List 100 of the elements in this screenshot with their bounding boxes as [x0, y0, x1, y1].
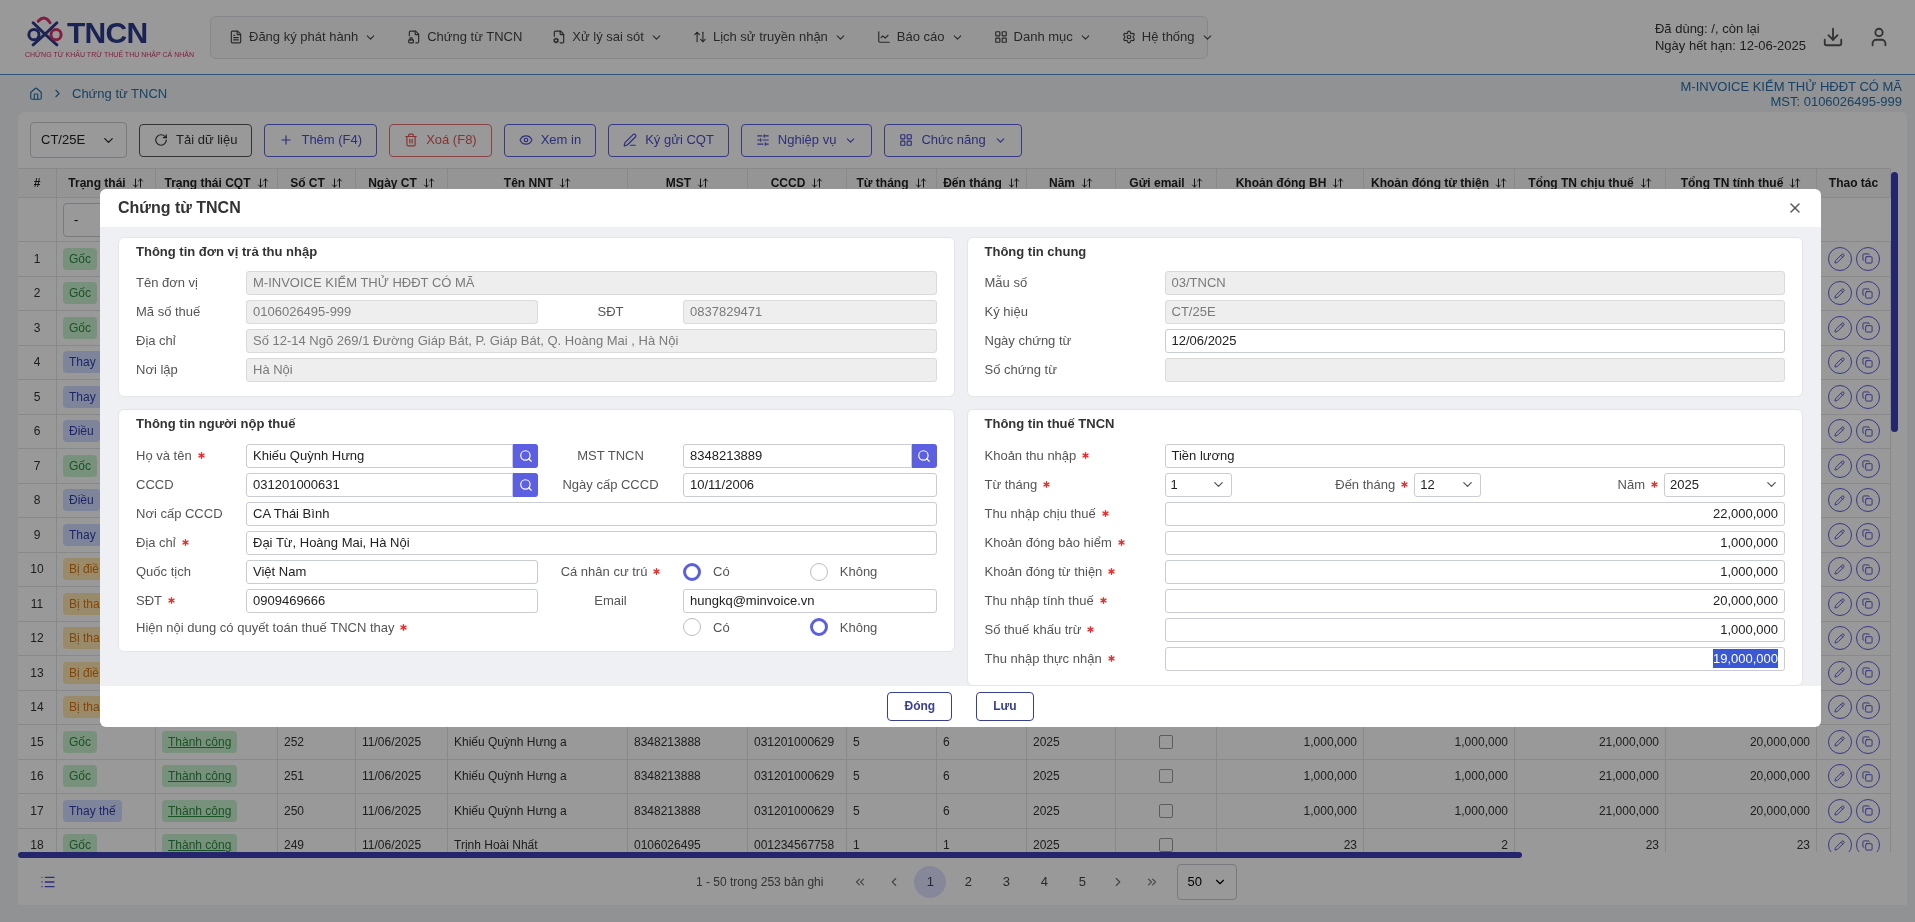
- select-field[interactable]: 12: [1414, 472, 1482, 497]
- radio-button[interactable]: [809, 562, 828, 581]
- sort-icon[interactable]: [1081, 177, 1093, 189]
- column-header[interactable]: Tổng TN tính thuế: [1680, 174, 1784, 192]
- radio-button[interactable]: [683, 562, 701, 581]
- column-header[interactable]: Số CT: [290, 174, 325, 192]
- checkbox[interactable]: [1159, 803, 1173, 818]
- text-field[interactable]: 19,000,000: [1164, 646, 1785, 671]
- sort-icon[interactable]: [1332, 177, 1345, 189]
- toolbar-button[interactable]: Chức năng: [884, 123, 1022, 157]
- text-field[interactable]: 1,000,000: [1164, 617, 1785, 642]
- toolbar-button[interactable]: Tải dữ liệu: [139, 123, 253, 157]
- menu-item[interactable]: Hệ thống: [1121, 27, 1214, 47]
- text-field[interactable]: CA Thái Bình: [246, 501, 937, 526]
- radio-button[interactable]: [809, 618, 828, 637]
- search-button[interactable]: [513, 472, 538, 497]
- page-button[interactable]: 1: [914, 865, 947, 898]
- column-header[interactable]: Thao tác: [1828, 174, 1879, 192]
- sort-icon[interactable]: [131, 177, 144, 189]
- checkbox[interactable]: [1159, 769, 1173, 784]
- text-field[interactable]: 10/11/2006: [683, 472, 937, 497]
- select-field[interactable]: 1: [1164, 472, 1232, 497]
- page-button[interactable]: 4: [1028, 865, 1061, 898]
- home-icon[interactable]: [29, 86, 43, 101]
- column-header[interactable]: Khoản đóng BH: [1235, 174, 1327, 192]
- dialog-button[interactable]: Đóng: [887, 691, 953, 721]
- column-header[interactable]: Từ tháng: [856, 174, 909, 192]
- download-icon[interactable]: [1822, 26, 1844, 48]
- menu-item[interactable]: Chứng từ TNCN: [407, 27, 523, 47]
- text-field[interactable]: 1,000,000: [1164, 530, 1785, 555]
- sort-icon[interactable]: [422, 177, 435, 189]
- sort-icon[interactable]: [559, 177, 572, 189]
- toolbar-button[interactable]: Xem in: [503, 123, 597, 157]
- status-badge: Điều: [63, 420, 100, 443]
- column-header[interactable]: Trạng thái: [68, 174, 126, 192]
- menu-item[interactable]: Danh mục: [993, 27, 1092, 47]
- refresh-icon: [154, 133, 168, 147]
- column-header[interactable]: Tên NNT: [503, 174, 554, 192]
- menu-item[interactable]: Lịch sử truyền nhận: [692, 27, 847, 47]
- sort-icon[interactable]: [330, 177, 343, 189]
- search-button[interactable]: [911, 443, 937, 468]
- breadcrumb-item[interactable]: Chứng từ TNCN: [72, 83, 168, 104]
- sort-icon[interactable]: [914, 177, 927, 189]
- page-button[interactable]: 2: [952, 865, 985, 898]
- section-title: Thông tin đơn vị trả thu nhập: [136, 242, 319, 261]
- toolbar-button[interactable]: Ký gửi CQT: [608, 123, 729, 157]
- search-icon: [518, 477, 533, 492]
- column-header[interactable]: #: [33, 174, 41, 192]
- select-field[interactable]: 2025: [1664, 472, 1785, 497]
- text-field[interactable]: 1,000,000: [1164, 559, 1785, 584]
- sort-icon[interactable]: [1789, 177, 1802, 189]
- radio-button[interactable]: [683, 618, 701, 637]
- column-header[interactable]: Khoản đóng từ thiện: [1371, 174, 1489, 192]
- column-header[interactable]: Năm: [1049, 174, 1075, 192]
- sort-icon[interactable]: [1007, 177, 1020, 189]
- column-header[interactable]: MST: [665, 174, 692, 192]
- text-field[interactable]: 20,000,000: [1164, 588, 1785, 613]
- page-button[interactable]: 5: [1066, 865, 1099, 898]
- sort-icon[interactable]: [1639, 177, 1652, 189]
- dialog-button[interactable]: Lưu: [976, 691, 1034, 721]
- menu-item[interactable]: Báo cáo: [876, 27, 964, 47]
- series-select[interactable]: CT/25E: [30, 122, 127, 158]
- table-cell-text: 21,000,000: [1598, 733, 1659, 751]
- search-button[interactable]: [513, 443, 538, 468]
- sort-icon[interactable]: [256, 177, 269, 189]
- menu-item[interactable]: Xử lý sai sót: [552, 27, 663, 47]
- page-size-select[interactable]: 50: [1177, 863, 1238, 900]
- column-header[interactable]: Trạng thái CQT: [164, 174, 251, 192]
- text-field[interactable]: 031201000631: [246, 472, 513, 497]
- row-number: 3: [33, 319, 41, 337]
- checkbox[interactable]: [1159, 734, 1173, 749]
- text-field[interactable]: hungkq@minvoice.vn: [683, 588, 937, 613]
- page-button[interactable]: 3: [990, 865, 1023, 898]
- toolbar-button[interactable]: Nghiệp vụ: [740, 123, 873, 157]
- text-field[interactable]: Khiếu Quỳnh Hưng: [246, 443, 513, 468]
- sort-icon[interactable]: [811, 177, 824, 189]
- section-title: Thông tin người nộp thuế: [136, 415, 297, 434]
- toolbar-button[interactable]: Thêm (F4): [264, 123, 378, 157]
- column-header[interactable]: CCCD: [770, 174, 806, 192]
- text-field[interactable]: 22,000,000: [1164, 501, 1785, 526]
- text-field[interactable]: 0909469666: [246, 588, 538, 613]
- pencil-icon: [1834, 356, 1845, 368]
- sort-icon[interactable]: [1495, 177, 1507, 189]
- sort-icon[interactable]: [697, 177, 710, 189]
- column-header[interactable]: Gửi email: [1129, 174, 1185, 192]
- text-field[interactable]: Tiền lương: [1164, 443, 1785, 468]
- grid-icon: [899, 133, 914, 147]
- table-cell-text: 8348213888: [634, 802, 701, 820]
- checkbox[interactable]: [1159, 838, 1173, 852]
- text-field[interactable]: 12/06/2025: [1164, 329, 1785, 354]
- vertical-scrollbar[interactable]: [1891, 172, 1898, 432]
- text-field[interactable]: Việt Nam: [246, 559, 538, 584]
- copy-icon: [1862, 494, 1873, 506]
- column-header[interactable]: Tổng TN chịu thuế: [1528, 174, 1634, 192]
- horizontal-scrollbar[interactable]: [18, 852, 1522, 858]
- column-header[interactable]: Đến tháng: [943, 174, 1002, 192]
- menu-item[interactable]: Đăng ký phát hành: [229, 27, 378, 47]
- sort-icon[interactable]: [1190, 177, 1203, 189]
- text-field[interactable]: 8348213889: [683, 443, 912, 468]
- text-field[interactable]: Đại Từ, Hoàng Mai, Hà Nội: [246, 530, 937, 555]
